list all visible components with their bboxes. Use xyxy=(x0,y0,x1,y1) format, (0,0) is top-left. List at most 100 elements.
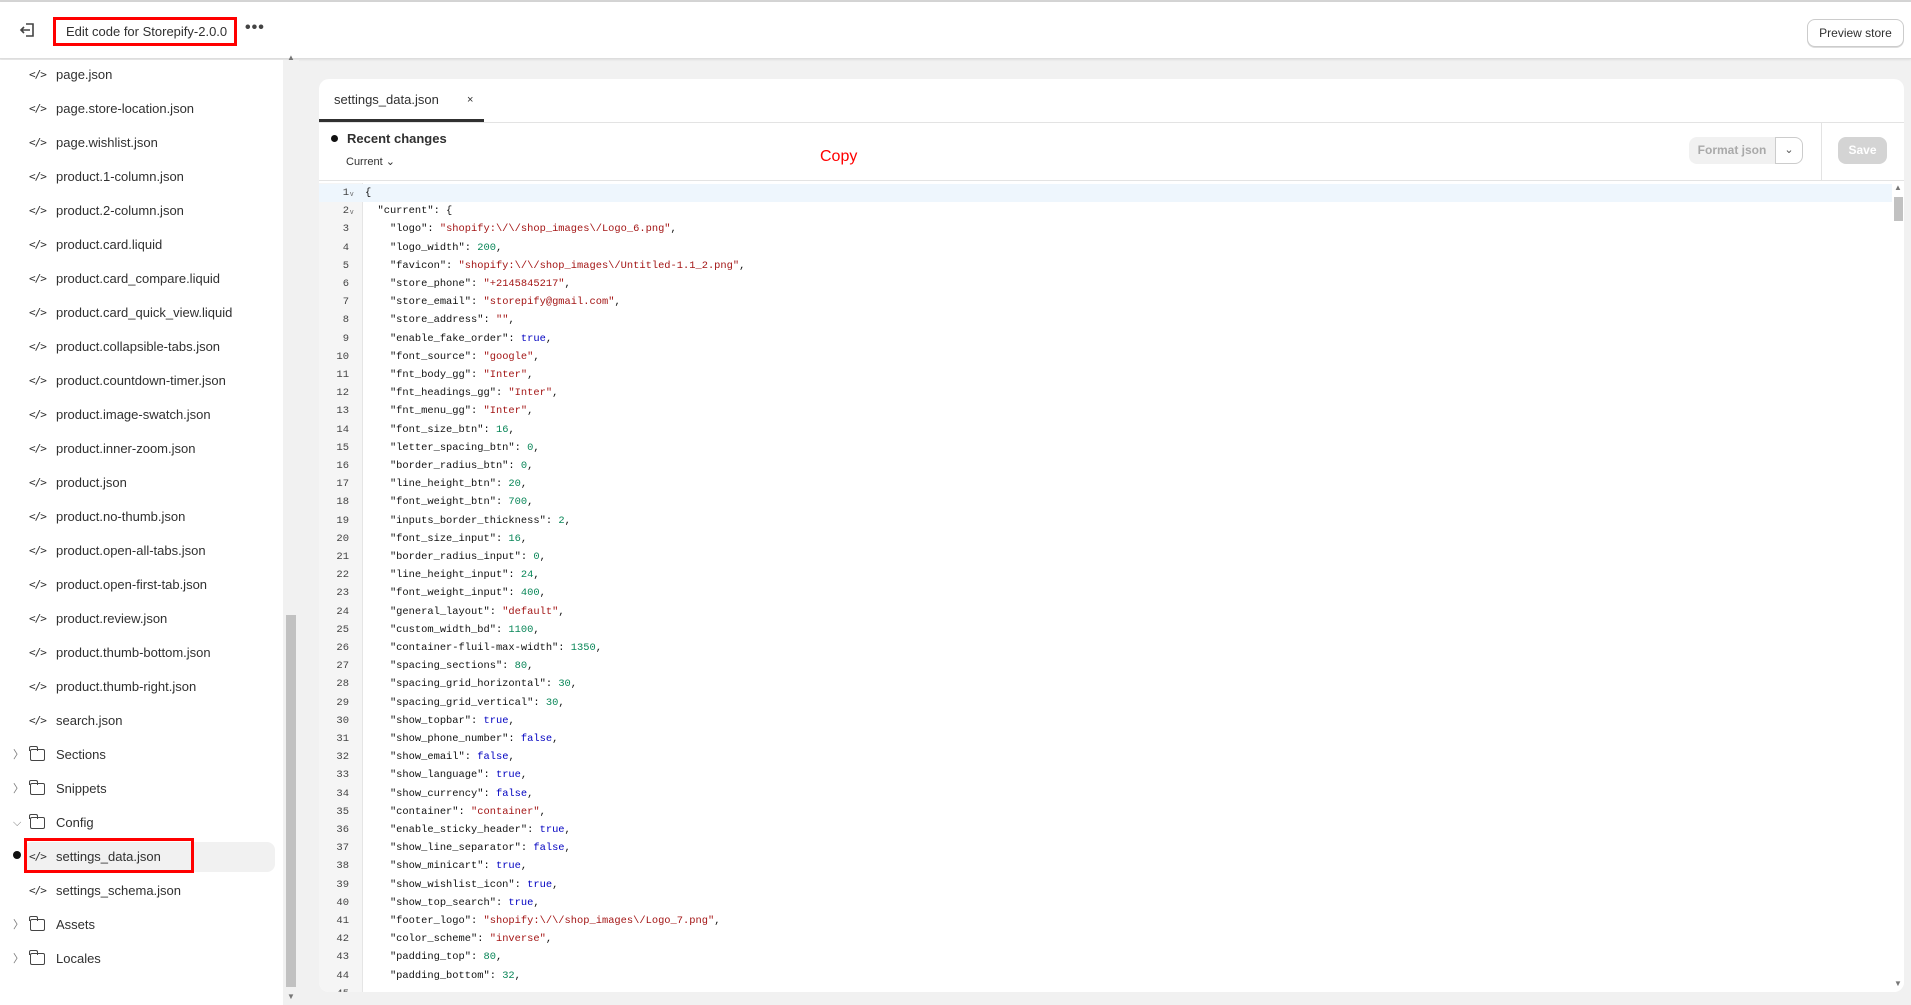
code-token: , xyxy=(558,696,565,709)
code-token: , xyxy=(527,660,534,673)
folder-item[interactable]: 〉 Locales xyxy=(0,944,275,974)
code-line: "container": "container", xyxy=(365,803,546,821)
code-token: "font_size_btn": xyxy=(365,423,496,436)
folder-icon xyxy=(29,746,45,761)
file-item[interactable]: </> search.json xyxy=(0,706,275,736)
code-token: , xyxy=(539,805,546,818)
code-token: , xyxy=(527,460,534,472)
file-item[interactable]: </> page.store-location.json xyxy=(0,94,275,124)
close-tab-icon[interactable]: × xyxy=(467,79,473,121)
code-token: false xyxy=(533,842,565,855)
code-line: { xyxy=(365,184,371,202)
file-item[interactable]: </> product.collapsible-tabs.json xyxy=(0,332,275,362)
format-json-button[interactable]: Format json xyxy=(1689,137,1775,164)
file-item[interactable]: </> product.thumb-right.json xyxy=(0,672,275,702)
code-line: "logo": "shopify:\/\/shop_images\/Logo_6… xyxy=(365,220,677,238)
file-item[interactable]: </> page.wishlist.json xyxy=(0,128,275,158)
file-item[interactable]: </> product.countdown-timer.json xyxy=(0,366,275,396)
file-item[interactable]: </> product.no-thumb.json xyxy=(0,502,275,532)
file-item[interactable]: </> product.card_compare.liquid xyxy=(0,264,275,294)
code-token: , xyxy=(527,405,534,418)
chevron-down-icon: ⌄ xyxy=(1784,144,1794,156)
code-file-icon: </> xyxy=(29,204,47,217)
code-line: "font_weight_input": 400, xyxy=(365,584,546,602)
file-item[interactable]: </> product.review.json xyxy=(0,604,275,634)
code-token: "logo": xyxy=(365,223,440,236)
file-item[interactable]: </> product.2-column.json xyxy=(0,196,275,226)
file-item[interactable]: </> product.card.liquid xyxy=(0,230,275,260)
scrollbar-thumb[interactable] xyxy=(1894,197,1903,221)
line-number: 2 xyxy=(342,205,349,218)
scroll-up-icon[interactable]: ▲ xyxy=(1894,183,1902,192)
tab-settings-data[interactable]: settings_data.json × xyxy=(319,79,484,122)
item-label: product.json xyxy=(56,475,127,490)
file-item[interactable]: </> product.card_quick_view.liquid xyxy=(0,298,275,328)
code-token: , xyxy=(564,824,571,836)
copy-annotation: Copy xyxy=(820,148,858,165)
line-number: 43 xyxy=(336,951,349,964)
code-token: 1100 xyxy=(508,623,534,636)
code-token: , xyxy=(564,514,571,527)
folder-item[interactable]: 〉 Snippets xyxy=(0,774,275,804)
file-item[interactable]: </> product.1-column.json xyxy=(0,162,275,192)
file-item[interactable]: </> product.inner-zoom.json xyxy=(0,434,275,464)
folder-item[interactable]: ⌵ Config xyxy=(0,808,275,838)
code-token: "border_radius_btn": xyxy=(365,460,521,472)
code-token: "footer_logo": xyxy=(365,915,484,927)
code-token: "show_top_search": xyxy=(365,896,509,909)
code-token: , xyxy=(614,296,621,309)
preview-store-button[interactable]: Preview store xyxy=(1807,19,1904,47)
file-item[interactable]: </> product.image-swatch.json xyxy=(0,400,275,430)
editor-scrollbar[interactable]: ▲ ▼ xyxy=(1892,183,1904,992)
code-line: "font_size_input": 16, xyxy=(365,530,527,548)
item-label: settings_schema.json xyxy=(56,883,182,898)
code-token: "show_minicart": xyxy=(365,860,496,873)
code-token: , xyxy=(508,423,515,436)
code-token: "container": xyxy=(365,805,472,818)
file-item[interactable]: </> product.json xyxy=(0,468,275,498)
line-number: 6 xyxy=(342,278,349,290)
code-token: , xyxy=(533,896,540,909)
code-editor[interactable]: 1 v{2 v "current": {3 "logo": "shopify:\/\… xyxy=(319,183,1892,992)
exit-icon[interactable] xyxy=(18,22,36,38)
save-button[interactable]: Save xyxy=(1838,137,1887,164)
line-number: 29 xyxy=(336,696,349,709)
sidebar-scrollbar[interactable]: ▲ ▼ xyxy=(283,53,299,1005)
line-number: 22 xyxy=(336,569,349,582)
code-line: "color_scheme": "inverse", xyxy=(365,930,552,948)
scroll-down-icon[interactable]: ▼ xyxy=(287,992,295,1001)
code-token: true xyxy=(539,824,565,836)
divider xyxy=(1821,123,1822,180)
item-label: product.collapsible-tabs.json xyxy=(56,339,221,354)
line-number: 40 xyxy=(336,896,349,909)
file-item[interactable]: </> product.thumb-bottom.json xyxy=(0,638,275,668)
scroll-down-icon[interactable]: ▼ xyxy=(1894,979,1902,988)
folder-item[interactable]: 〉 Sections xyxy=(0,740,275,770)
line-number: 10 xyxy=(336,350,349,363)
code-file-icon: </> xyxy=(29,646,47,659)
divider xyxy=(319,180,1904,181)
folder-item[interactable]: 〉 Assets xyxy=(0,910,275,940)
code-file-icon: </> xyxy=(29,544,47,557)
fold-toggle-icon[interactable]: v xyxy=(350,202,354,224)
scrollbar-thumb[interactable] xyxy=(286,615,296,987)
code-token: , xyxy=(714,915,721,927)
item-label: page.json xyxy=(56,67,113,82)
code-file-icon: </> xyxy=(29,238,47,251)
code-line: "show_language": true, xyxy=(365,766,527,784)
code-token: "show_language": xyxy=(365,769,496,782)
header: Edit code for Storepify-2.0.0 ••• Previe… xyxy=(0,2,1911,59)
file-item[interactable]: </> product.open-first-tab.json xyxy=(0,570,275,600)
file-item[interactable]: </> product.open-all-tabs.json xyxy=(0,536,275,566)
code-token: "padding_top": xyxy=(365,951,484,964)
code-token: "show_email": xyxy=(365,751,478,764)
code-line: "letter_spacing_btn": 0, xyxy=(365,439,540,457)
code-token: "custom_width_bd": xyxy=(365,623,509,636)
scroll-up-icon[interactable]: ▲ xyxy=(287,53,295,62)
code-line: "footer_logo": "shopify:\/\/shop_images\… xyxy=(365,912,721,930)
version-select[interactable]: Current ⌄ xyxy=(346,155,395,168)
format-dropdown-button[interactable]: ⌄ xyxy=(1775,137,1803,164)
file-item[interactable]: </> settings_schema.json xyxy=(0,876,275,906)
file-item[interactable]: </> page.json xyxy=(0,60,275,90)
more-actions-button[interactable]: ••• xyxy=(245,19,265,37)
